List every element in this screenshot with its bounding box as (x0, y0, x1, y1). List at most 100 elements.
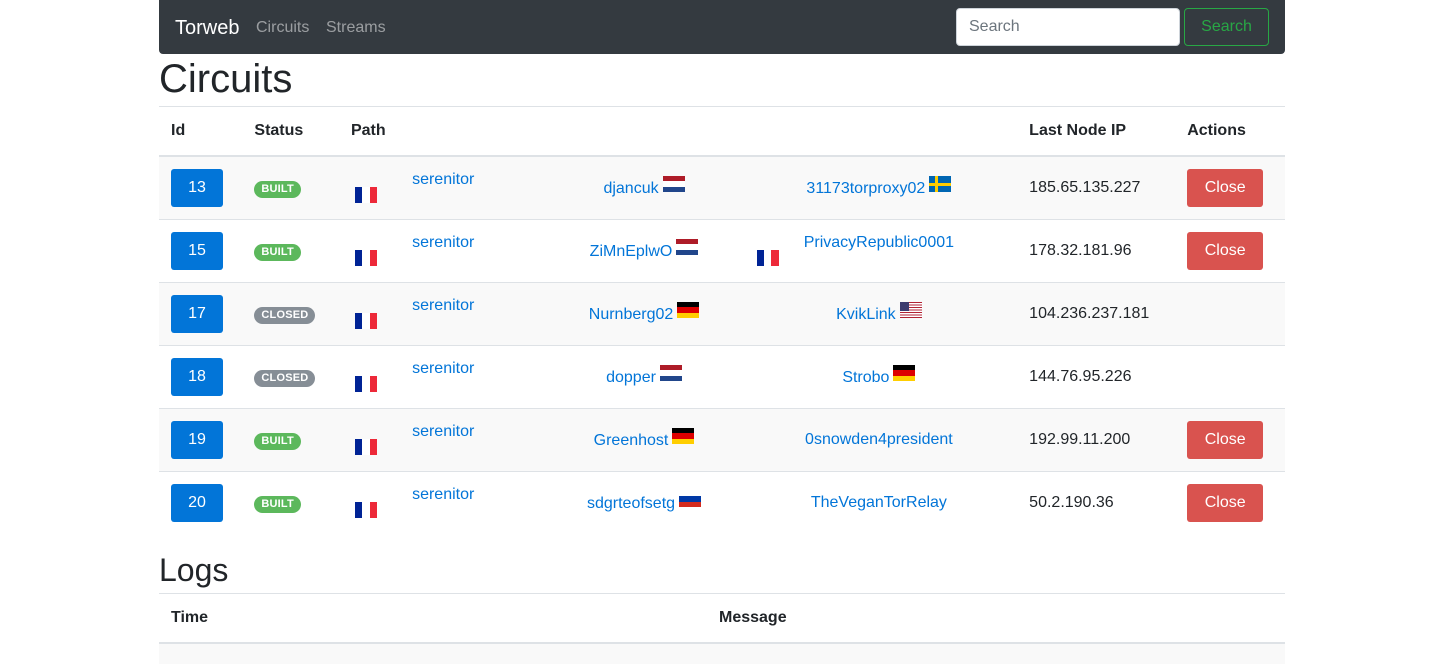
circuit-status-cell: CLOSED (242, 282, 339, 346)
col-header-status[interactable]: Status (242, 106, 339, 157)
path-node-link[interactable]: serenitor (412, 171, 474, 188)
circuit-id-cell: 19 (159, 408, 243, 472)
flag-de-icon (893, 365, 916, 381)
actions-cell: Close (1175, 219, 1285, 283)
path-node-link[interactable]: djancuk (603, 180, 658, 197)
actions-cell (1175, 282, 1285, 346)
path-node-link[interactable]: sdgrteofsetg (587, 495, 675, 512)
path-node-link[interactable]: 0snowden4president (805, 431, 953, 448)
close-circuit-button[interactable]: Close (1187, 484, 1264, 522)
status-badge: BUILT (254, 243, 301, 261)
path-node-link[interactable]: ZiMnEplwO (590, 243, 673, 260)
flag-fr-icon (354, 376, 377, 392)
page-container: Torweb Circuits Streams Search Circuits … (159, 0, 1285, 664)
path-node-link[interactable]: serenitor (412, 360, 474, 377)
logs-empty-row (159, 642, 1285, 664)
circuits-header-row: Id Status Path Last Node IP Actions (159, 106, 1285, 157)
status-badge: CLOSED (254, 369, 316, 387)
circuit-id-cell: 15 (159, 219, 243, 283)
brand-logo[interactable]: Torweb (175, 15, 239, 41)
circuit-status-cell: BUILT (242, 219, 339, 283)
circuit-id-button[interactable]: 18 (171, 358, 223, 396)
nav-link-circuits[interactable]: Circuits (256, 18, 309, 38)
logs-table-body (159, 642, 1285, 664)
circuit-row: 18 CLOSED serenitor dopper Strobo 144.76.95.2… (159, 345, 1285, 409)
circuits-table: Id Status Path Last Node IP Actions 13 BU… (159, 106, 1285, 534)
status-badge: BUILT (254, 180, 301, 198)
flag-fr-icon (354, 187, 377, 203)
path-node-cell: PrivacyRepublic0001 (740, 219, 1018, 283)
path-node-link[interactable]: Nurnberg02 (589, 306, 674, 323)
col-header-path[interactable]: Path (338, 106, 1018, 157)
flag-fr-icon (354, 313, 377, 329)
close-circuit-button[interactable]: Close (1187, 232, 1264, 270)
path-node-link[interactable]: serenitor (412, 297, 474, 314)
nav-link-streams[interactable]: Streams (326, 18, 386, 38)
path-node-link[interactable]: KvikLink (836, 306, 896, 323)
logs-table: Time Message (159, 593, 1285, 664)
actions-cell: Close (1175, 155, 1285, 220)
last-node-ip: 50.2.190.36 (1017, 471, 1176, 534)
path-node-cell: serenitor (338, 155, 548, 220)
path-node-cell: Nurnberg02 (547, 282, 741, 346)
search-input[interactable] (956, 8, 1180, 46)
path-node-link[interactable]: Strobo (842, 369, 889, 386)
path-node-link[interactable]: serenitor (412, 234, 474, 251)
logs-header-row: Time Message (159, 593, 1285, 644)
flag-se-icon (929, 176, 952, 192)
path-node-cell: serenitor (338, 282, 548, 346)
circuit-status-cell: BUILT (242, 155, 339, 220)
path-node-cell: serenitor (338, 471, 548, 534)
navbar: Torweb Circuits Streams Search (159, 0, 1285, 54)
path-node-link[interactable]: serenitor (412, 423, 474, 440)
flag-fr-icon (354, 502, 377, 518)
search-button[interactable]: Search (1184, 8, 1269, 46)
flag-nl-icon (659, 365, 682, 381)
flag-nl-icon (662, 176, 685, 192)
circuit-id-button[interactable]: 20 (171, 484, 223, 522)
path-node-cell: Greenhost (547, 408, 741, 472)
path-node-link[interactable]: dopper (606, 369, 656, 386)
path-node-cell: serenitor (338, 219, 548, 283)
status-badge: BUILT (254, 495, 301, 513)
circuit-id-button[interactable]: 15 (171, 232, 223, 270)
circuit-row: 13 BUILT serenitor djancuk 31173torproxy02 18… (159, 155, 1285, 220)
circuit-row: 15 BUILT serenitor ZiMnEplwO PrivacyRepublic… (159, 219, 1285, 283)
flag-ru-icon (679, 491, 702, 507)
circuit-id-cell: 18 (159, 345, 243, 409)
circuit-row: 19 BUILT serenitor Greenhost 0snowden4presid… (159, 408, 1285, 472)
path-node-link[interactable]: TheVeganTorRelay (811, 494, 947, 511)
circuit-id-button[interactable]: 17 (171, 295, 223, 333)
flag-fr-icon (756, 250, 779, 266)
circuit-row: 17 CLOSED serenitor Nurnberg02 KvikLink 104.2… (159, 282, 1285, 346)
path-node-cell: sdgrteofsetg (547, 471, 741, 534)
status-badge: BUILT (254, 432, 301, 450)
close-circuit-button[interactable]: Close (1187, 169, 1264, 207)
circuit-status-cell: BUILT (242, 471, 339, 534)
col-header-message[interactable]: Message (707, 593, 1285, 644)
last-node-ip: 178.32.181.96 (1017, 219, 1176, 283)
path-node-link[interactable]: Greenhost (594, 432, 669, 449)
close-circuit-button[interactable]: Close (1187, 421, 1264, 459)
flag-de-icon (677, 302, 700, 318)
path-node-link[interactable]: 31173torproxy02 (806, 180, 925, 197)
circuit-status-cell: CLOSED (242, 345, 339, 409)
flag-us-icon (899, 302, 922, 318)
circuit-id-button[interactable]: 13 (171, 169, 223, 207)
path-node-cell: 31173torproxy02 (740, 155, 1018, 220)
path-node-link[interactable]: serenitor (412, 486, 474, 503)
flag-nl-icon (676, 239, 699, 255)
path-node-cell: dopper (547, 345, 741, 409)
col-header-id[interactable]: Id (159, 106, 243, 157)
circuit-id-button[interactable]: 19 (171, 421, 223, 459)
path-node-cell: 0snowden4president (740, 408, 1018, 472)
actions-cell: Close (1175, 471, 1285, 534)
circuit-id-cell: 13 (159, 155, 243, 220)
col-header-last-ip[interactable]: Last Node IP (1017, 106, 1176, 157)
last-node-ip: 144.76.95.226 (1017, 345, 1176, 409)
circuits-table-body: 13 BUILT serenitor djancuk 31173torproxy02 18… (159, 155, 1285, 534)
col-header-time[interactable]: Time (159, 593, 707, 644)
path-node-link[interactable]: PrivacyRepublic0001 (804, 234, 954, 251)
path-node-cell: Strobo (740, 345, 1018, 409)
flag-fr-icon (354, 250, 377, 266)
